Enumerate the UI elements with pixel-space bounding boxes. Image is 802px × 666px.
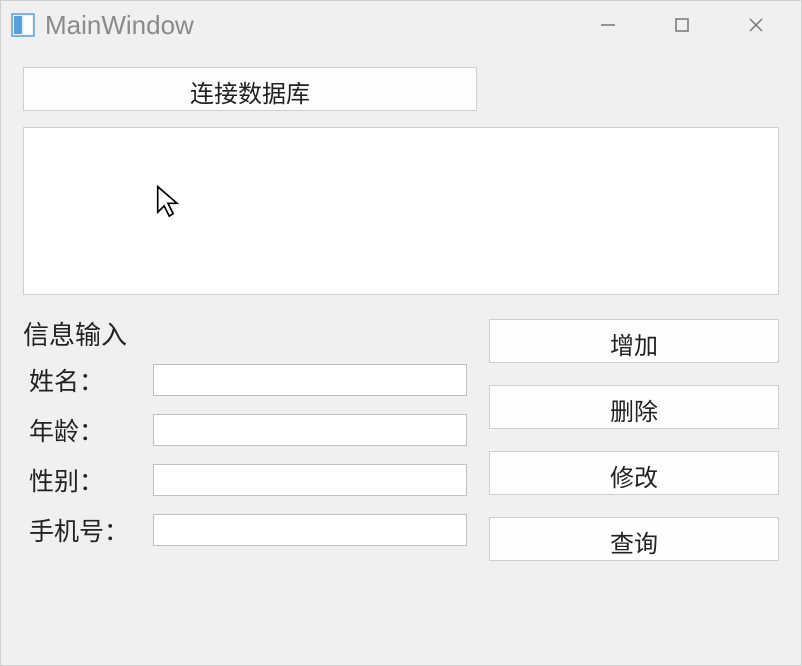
result-display[interactable] — [23, 127, 779, 295]
form-section-title: 信息输入 — [23, 315, 467, 352]
input-age[interactable] — [153, 414, 467, 446]
modify-button[interactable]: 修改 — [489, 451, 779, 495]
app-icon — [11, 13, 35, 37]
add-button[interactable]: 增加 — [489, 319, 779, 363]
action-buttons-column: 增加 删除 修改 查询 — [489, 315, 779, 562]
main-window: MainWindow 连接数据库 — [0, 0, 802, 666]
window-title: MainWindow — [45, 10, 194, 41]
row-phone: 手机号： — [23, 512, 467, 548]
maximize-button[interactable] — [645, 1, 719, 49]
client-area: 连接数据库 信息输入 姓名： 年龄： — [1, 49, 801, 665]
query-button[interactable]: 查询 — [489, 517, 779, 561]
label-age: 年龄： — [23, 412, 153, 448]
lower-area: 信息输入 姓名： 年龄： 性别： 手机号： — [23, 315, 779, 562]
titlebar: MainWindow — [1, 1, 801, 49]
label-phone: 手机号： — [23, 512, 153, 548]
row-name: 姓名： — [23, 362, 467, 398]
input-phone[interactable] — [153, 514, 467, 546]
row-gender: 性别： — [23, 462, 467, 498]
label-name: 姓名： — [23, 362, 153, 398]
minimize-button[interactable] — [571, 1, 645, 49]
connect-db-button[interactable]: 连接数据库 — [23, 67, 477, 111]
row-age: 年龄： — [23, 412, 467, 448]
close-button[interactable] — [719, 1, 793, 49]
label-gender: 性别： — [23, 462, 153, 498]
cursor-icon — [154, 184, 182, 225]
input-gender[interactable] — [153, 464, 467, 496]
connect-row: 连接数据库 — [23, 67, 779, 111]
input-name[interactable] — [153, 364, 467, 396]
form-column: 信息输入 姓名： 年龄： 性别： 手机号： — [23, 315, 467, 562]
delete-button[interactable]: 删除 — [489, 385, 779, 429]
